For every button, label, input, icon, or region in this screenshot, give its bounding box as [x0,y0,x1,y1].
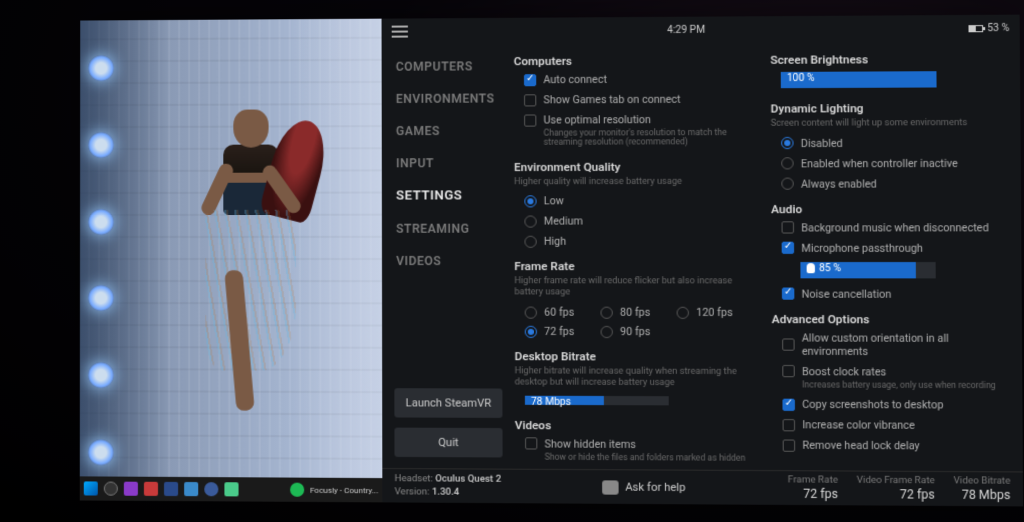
section-frame-rate: Frame Rate [514,259,750,273]
section-computers: Computers [514,53,750,68]
battery-indicator: 53 % [968,22,1009,33]
microphone-icon [807,263,815,273]
windows-taskbar[interactable]: Focusly - Country... [80,476,383,502]
vr-floating-panel: Focusly - Country... 4:29 PM 53 % COMPUT… [80,15,1023,507]
copy-screenshots-checkbox[interactable]: Copy screenshots to desktop [772,396,1012,414]
wallpaper-character [190,109,311,451]
section-audio: Audio [771,201,1011,216]
section-env-quality: Environment Quality [514,159,750,174]
nav-item-settings[interactable]: SETTINGS [382,179,514,212]
quit-button[interactable]: Quit [394,428,502,458]
nav-item-computers[interactable]: COMPUTERS [382,50,514,83]
taskbar-app-icon[interactable] [184,482,198,496]
bg-music-checkbox[interactable]: Background music when disconnected [771,219,1011,237]
env-quality-low[interactable]: Low [514,192,750,210]
stat-frame-rate: Frame Rate72 fps [788,474,838,503]
start-icon[interactable] [84,481,98,495]
nav-item-streaming[interactable]: STREAMING [382,212,514,244]
taskbar-app-icon[interactable] [144,482,158,496]
desktop-mirror-preview: Focusly - Country... [80,19,383,503]
env-quality-medium[interactable]: Medium [514,213,750,230]
nav-item-videos[interactable]: VIDEOS [382,245,514,277]
brightness-slider[interactable]: 100 % [781,71,937,88]
nav-item-games[interactable]: GAMES [382,115,514,148]
nav-item-input[interactable]: INPUT [382,147,514,180]
spotify-icon[interactable] [290,483,304,497]
stat-video-bitrate: Video Bitrate78 Mbps [954,475,1011,504]
taskbar-app-icon[interactable] [164,482,178,496]
auto-connect-checkbox[interactable]: Auto connect [514,70,750,88]
section-lighting: Dynamic Lighting [771,100,1010,115]
section-advanced: Advanced Options [772,312,1012,327]
optimal-resolution-checkbox[interactable]: Use optimal resolution [514,111,750,129]
nav-sidebar: COMPUTERSENVIRONMENTSGAMESINPUTSETTINGSS… [382,44,515,469]
headset-info: Headset: Oculus Quest 2 Version: 1.30.4 [395,473,502,499]
clock: 4:29 PM [408,23,969,37]
show-games-checkbox[interactable]: Show Games tab on connect [514,90,750,108]
show-hidden-checkbox[interactable]: Show hidden items [515,435,752,453]
section-bitrate: Desktop Bitrate [515,349,752,364]
fps-80[interactable]: 80 fps [600,304,668,321]
footer-bar: Headset: Oculus Quest 2 Version: 1.30.4 … [382,468,1023,506]
fps-60[interactable]: 60 fps [525,304,593,321]
section-brightness: Screen Brightness [770,51,1009,66]
lighting-controller[interactable]: Enabled when controller inactive [771,154,1010,172]
battery-icon [968,25,983,32]
taskbar-app-icon[interactable] [204,482,218,496]
taskbar-app-icon[interactable] [224,482,238,496]
menu-icon[interactable] [392,26,408,38]
search-icon[interactable] [104,482,118,496]
chat-icon [603,480,620,494]
stat-video-frame-rate: Video Frame Rate72 fps [857,474,935,503]
app-header: 4:29 PM 53 % [382,15,1020,45]
optimal-resolution-hint: Changes your monitor's resolution to mat… [514,129,750,149]
noise-cancel-checkbox[interactable]: Noise cancellation [771,285,1011,303]
fps-72[interactable]: 72 fps [525,323,593,340]
settings-content: Computers Auto connect Show Games tab on… [514,41,1023,471]
nav-item-environments[interactable]: ENVIRONMENTS [382,82,514,115]
head-lock-checkbox[interactable]: Remove head lock delay [772,437,1012,456]
env-quality-high[interactable]: High [514,233,750,250]
mic-slider[interactable]: 85 % [800,262,935,278]
now-playing-text: Focusly - Country... [310,485,378,495]
lighting-always[interactable]: Always enabled [771,175,1010,193]
ask-for-help-button[interactable]: Ask for help [603,480,686,495]
bitrate-slider[interactable]: 78 Mbps [525,395,669,405]
section-videos: Videos [515,418,752,433]
custom-orient-checkbox[interactable]: Allow custom orientation in all environm… [772,329,1012,360]
app-panel: 4:29 PM 53 % COMPUTERSENVIRONMENTSGAMESI… [382,15,1024,507]
fps-90[interactable]: 90 fps [601,323,669,340]
taskbar-app-icon[interactable] [124,482,138,496]
lighting-disabled[interactable]: Disabled [771,134,1010,152]
fps-120[interactable]: 120 fps [677,304,751,321]
boost-clock-checkbox[interactable]: Boost clock rates [772,363,1012,381]
launch-steamvr-button[interactable]: Launch SteamVR [394,388,502,418]
mic-passthrough-checkbox[interactable]: Microphone passthrough [771,239,1011,256]
color-vibrance-checkbox[interactable]: Increase color vibrance [772,416,1012,434]
